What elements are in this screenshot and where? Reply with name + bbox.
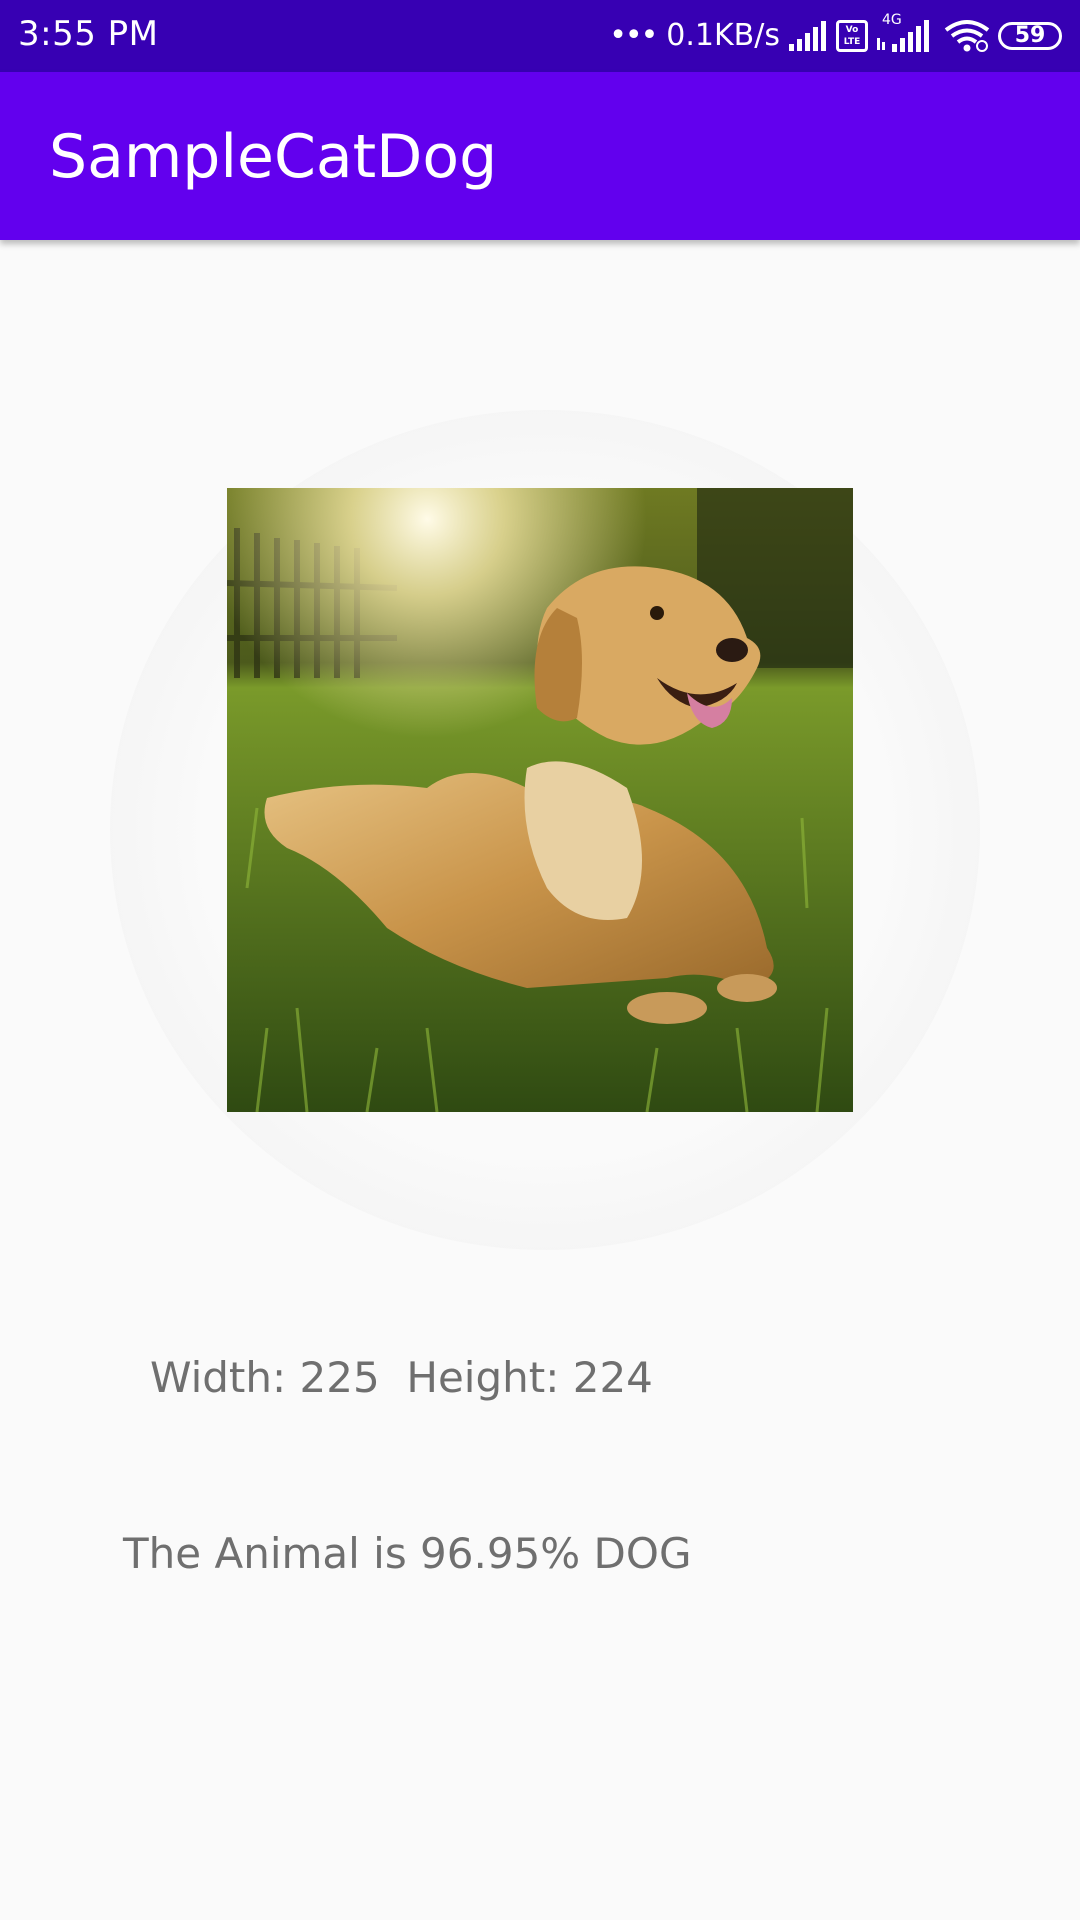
status-time: 3:55 PM (18, 14, 159, 54)
app-title: SampleCatDog (49, 122, 498, 192)
prediction-result: The Animal is 96.95% DOG (123, 1529, 692, 1578)
image-dimensions: Width: 225 Height: 224 (150, 1353, 653, 1402)
wifi-icon (944, 20, 990, 52)
signal-icon (789, 21, 826, 51)
4g-signal-icon: 4G (876, 12, 936, 56)
app-bar: SampleCatDog (0, 72, 1080, 240)
volte-icon: Vo LTE (836, 20, 868, 52)
status-bar: 3:55 PM ••• 0.1KB/s Vo LTE 4G 59 (0, 0, 1080, 72)
network-speed: 0.1KB/s (666, 18, 780, 53)
battery-icon: 59 (998, 22, 1062, 50)
animal-photo (227, 488, 853, 1112)
more-notifications-icon: ••• (609, 18, 658, 53)
status-icons: ••• 0.1KB/s Vo LTE 4G 59 (609, 12, 1062, 60)
dog-image (227, 488, 853, 1112)
